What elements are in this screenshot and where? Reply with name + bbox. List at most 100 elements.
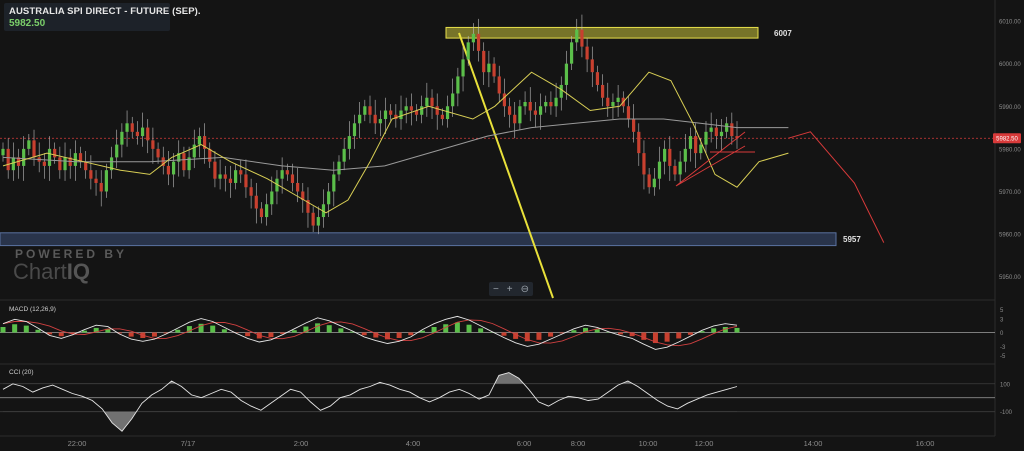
candle-body (409, 106, 413, 111)
price-y-tick: 5970.00 (999, 190, 1021, 196)
resistance-zone (445, 26, 759, 39)
x-tick-label: 14:00 (804, 439, 823, 448)
candle-body (11, 157, 15, 171)
candle-body (657, 161, 662, 179)
trendline (458, 32, 554, 299)
candle-body (47, 148, 52, 166)
macd-bar (268, 332, 274, 338)
zoom-in-button[interactable]: + (507, 284, 513, 295)
candle-body (265, 204, 269, 218)
candle-body (528, 102, 532, 111)
candle-body (337, 161, 341, 175)
candle-body (332, 174, 336, 192)
candle-body (725, 123, 729, 132)
candle-body (694, 136, 698, 154)
candle-body (471, 33, 475, 43)
candle-body (497, 76, 501, 94)
candle-body (513, 114, 517, 124)
candle-body (342, 148, 346, 162)
candle-body (358, 114, 362, 124)
macd-bar (536, 332, 542, 340)
x-tick-label: 12:00 (695, 439, 714, 448)
candle-body (270, 191, 274, 205)
candle-body (146, 127, 150, 141)
macd-label: MACD (12,26,9) (9, 306, 56, 313)
candle-body (554, 97, 558, 107)
candle-body (611, 102, 615, 107)
candle-body (125, 123, 129, 132)
candle-body (533, 110, 538, 115)
candle-body (435, 106, 439, 115)
candle-body (115, 144, 119, 158)
candle-body (347, 136, 351, 149)
candle-body (699, 144, 703, 154)
candle-body (476, 33, 481, 51)
macd-bar (82, 330, 88, 333)
candle-body (244, 174, 248, 188)
candle-body (389, 110, 393, 115)
zoom-out-button[interactable]: − (493, 284, 499, 295)
macd-bar (291, 330, 297, 333)
candle-body (595, 72, 600, 85)
candle-body (249, 187, 253, 196)
candle-body (42, 161, 46, 166)
candle-body (585, 46, 589, 60)
candle-body (466, 42, 470, 60)
candle-body (559, 84, 563, 98)
x-tick-label: 7/17 (181, 439, 196, 448)
candle-body (171, 161, 176, 175)
candle-body (218, 174, 222, 179)
candle-body (94, 178, 98, 183)
candle-body (704, 131, 708, 145)
candle-body (430, 97, 434, 107)
price-y-tick: 6010.00 (999, 20, 1021, 26)
candle-body (523, 102, 527, 107)
candle-body (451, 93, 455, 107)
watermark-iq: IQ (66, 259, 91, 284)
zoom-reset-button[interactable]: ⊖ (521, 284, 529, 295)
candle-body (425, 97, 429, 107)
candle-body (280, 170, 284, 179)
macd-bar (454, 322, 460, 333)
candle-body (120, 131, 124, 145)
candle-body (234, 170, 238, 183)
candle-body (714, 127, 718, 137)
macd-bar (734, 327, 740, 333)
macd-y-tick: -5 (1000, 354, 1006, 360)
macd-bar (58, 332, 64, 337)
candle-body (296, 182, 300, 192)
macd-bar (641, 332, 647, 340)
candle-body (668, 148, 672, 166)
candle-body (399, 110, 403, 120)
watermark-chartiq: ChartIQ (13, 259, 90, 285)
zoom-controls: − + ⊖ (489, 282, 533, 296)
candle-body (538, 106, 543, 115)
candle-body (564, 63, 569, 85)
candle-body (156, 148, 160, 158)
candle-body (601, 84, 605, 98)
candle-body (482, 50, 486, 73)
candle-body (151, 140, 155, 149)
candle-body (285, 170, 289, 175)
candle-body (32, 140, 36, 158)
macd-bar (617, 332, 623, 335)
macd-bar (151, 332, 157, 337)
candle-body (99, 182, 103, 192)
candle-body (440, 114, 444, 120)
macd-bar (338, 328, 344, 333)
candle-body (182, 153, 186, 171)
candle-body (492, 63, 496, 77)
candle-body (22, 148, 26, 166)
macd-bar (23, 325, 29, 333)
macd-bar (175, 329, 181, 333)
candle-body (89, 170, 93, 179)
candle-body (213, 161, 217, 179)
candle-body (130, 123, 134, 132)
macd-bar (35, 329, 41, 333)
macd-bar (0, 327, 6, 333)
candle-body (378, 119, 382, 124)
price-y-tick: 5960.00 (999, 233, 1021, 239)
price-y-tick: 5990.00 (999, 105, 1021, 111)
candle-body (507, 106, 512, 115)
candle-body (575, 29, 579, 43)
